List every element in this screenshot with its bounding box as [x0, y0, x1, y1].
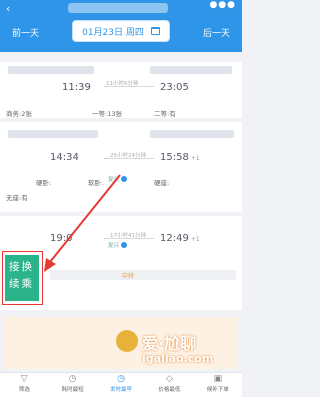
seat-business: 商务:2张 — [6, 110, 32, 118]
seat-first: 一等:13张 — [92, 110, 122, 118]
watermark-logo-icon — [116, 330, 138, 352]
watermark-title: 爱·尬聊 — [142, 334, 197, 353]
watermark: 爱·尬聊 igaliao.com — [116, 330, 241, 372]
train-type: 复兴 — [108, 240, 128, 249]
next-day-tag: +1 — [190, 155, 200, 162]
seat-hard-sleeper: 硬卧: — [36, 179, 52, 187]
tab-filter[interactable]: ▽ 筛选 — [0, 373, 48, 397]
prev-day-button[interactable]: 前一天 — [12, 26, 39, 39]
train-type: 复兴 — [108, 174, 128, 183]
back-icon[interactable]: ‹ — [6, 2, 10, 15]
arrive-time: 23:05 — [160, 82, 189, 93]
clock-icon: ◷ — [68, 374, 77, 384]
next-day-button[interactable]: 后一天 — [203, 26, 230, 39]
seat-soft-sleeper: 软卧: — [88, 179, 104, 187]
depart-time: 19:0 — [50, 233, 73, 244]
tab-earliest[interactable]: ◷ 发时最早 — [97, 373, 145, 397]
duration-label: 25小时24分钟 — [110, 153, 146, 159]
train-card[interactable]: 11:39 11小时6分钟 23:05 商务:2张 一等:13张 二等:有 — [0, 62, 242, 118]
info-icon — [121, 175, 128, 182]
tab-cheapest[interactable]: ◇ 价格最低 — [145, 373, 193, 397]
arrive-time: 15:58 +1 — [160, 152, 200, 163]
more-icon[interactable]: ●●● — [209, 0, 236, 10]
seat-standing: 无座:有 — [6, 194, 28, 202]
duration-label: 11小时6分钟 — [106, 81, 139, 87]
blurred-station — [8, 66, 94, 74]
depart-time: 11:39 — [62, 82, 91, 93]
blurred-station — [150, 130, 234, 138]
tab-shortest[interactable]: ◷ 耗时最短 — [48, 373, 96, 397]
queue-icon: ▣ — [213, 374, 223, 384]
filter-icon: ▽ — [20, 374, 28, 384]
route-title-blurred — [68, 3, 168, 13]
duration-label: 17小时41分钟 — [110, 233, 146, 239]
transfer-label: 中转 — [122, 273, 135, 280]
date-picker[interactable]: 01月23日 周四 — [72, 20, 170, 42]
seat-second: 二等:有 — [154, 110, 176, 118]
transfer-button[interactable]: 接换续乘 — [5, 255, 39, 301]
calendar-icon — [150, 27, 160, 35]
tab-waitlist[interactable]: ▣ 候补下单 — [194, 373, 242, 397]
bottom-tabbar: ▽ 筛选 ◷ 耗时最短 ◷ 发时最早 ◇ 价格最低 ▣ 候补下单 — [0, 372, 242, 397]
blurred-station — [150, 66, 232, 74]
price-tag-icon: ◇ — [165, 374, 173, 384]
arrive-time: 12:49 +1 — [160, 233, 200, 244]
train-card[interactable]: 14:34 25小时24分钟 15:58 +1 复兴 硬卧: 软卧: 硬座: 无座… — [0, 122, 242, 212]
top-bar: ‹ ●●● 前一天 01月23日 周四 后一天 — [0, 0, 242, 52]
next-day-tag: +1 — [190, 236, 200, 243]
info-icon — [121, 241, 128, 248]
date-label: 01月23日 周四 — [82, 27, 144, 38]
time-icon: ◷ — [117, 374, 125, 384]
transfer-route-blurred — [50, 270, 236, 280]
watermark-url: igaliao.com — [142, 352, 214, 365]
seat-hard-seat: 硬座: — [154, 179, 170, 187]
depart-time: 14:34 — [50, 152, 79, 163]
blurred-station — [8, 130, 98, 138]
